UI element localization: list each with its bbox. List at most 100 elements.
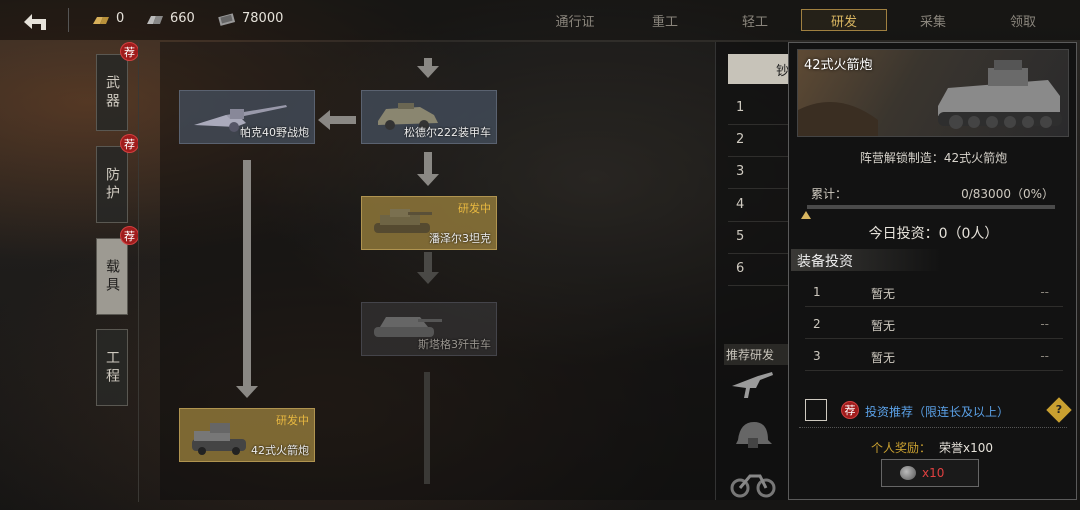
connector xyxy=(424,152,432,174)
ranking-list-panel: 钞 1 2 3 4 5 6 推荐研发 xyxy=(715,42,798,500)
recommend-research-title: 推荐研发 xyxy=(724,344,796,365)
tab-gather[interactable]: 采集 xyxy=(890,11,976,30)
category-engineering[interactable]: 工程 xyxy=(96,329,128,406)
unlock-text: 阵营解锁制造：42式火箭炮 xyxy=(859,151,1008,165)
accumulated-value: 0/83000（0%） xyxy=(961,187,1054,201)
divider xyxy=(728,253,796,254)
list-row: 4 xyxy=(736,197,745,212)
node-label: 42式火箭炮 xyxy=(251,444,309,457)
vehicle-image: 42式火箭炮 xyxy=(797,49,1069,137)
invest-button[interactable]: x10 xyxy=(881,459,979,487)
divider xyxy=(728,156,796,157)
back-button[interactable] xyxy=(20,8,56,34)
down-arrow-icon xyxy=(236,386,258,398)
left-arrow-icon xyxy=(318,110,356,130)
table-row: 3 暂无 -- xyxy=(805,341,1063,371)
sidebar-divider xyxy=(138,42,139,502)
table-row: 2 暂无 -- xyxy=(805,309,1063,339)
help-glyph: ? xyxy=(1055,403,1063,416)
node-label: 潘泽尔3坦克 xyxy=(429,232,491,245)
tab-research[interactable]: 研发 xyxy=(801,9,887,31)
cash-icon xyxy=(218,12,236,26)
recommend-item[interactable] xyxy=(728,460,776,500)
category-label: 防护 xyxy=(104,166,120,203)
status-label: 研发中 xyxy=(458,202,491,215)
investor-amount: -- xyxy=(1040,285,1049,299)
divider xyxy=(728,221,796,222)
connector xyxy=(243,160,251,386)
investment-recommend-link[interactable]: 投资推荐（限连长及以上） xyxy=(865,403,1009,420)
motorcycle-icon xyxy=(730,474,776,498)
reward-value: 荣誉x100 xyxy=(939,441,994,455)
category-protection[interactable]: 防护 xyxy=(96,146,128,223)
list-row: 3 xyxy=(736,164,745,179)
investor-name: 暂无 xyxy=(871,319,896,333)
category-label: 武器 xyxy=(104,74,120,111)
investor-amount: -- xyxy=(1040,317,1049,331)
recommend-badge: 荐 xyxy=(120,134,139,153)
detail-title: 42式火箭炮 xyxy=(804,58,873,73)
tab-heavy-industry[interactable]: 重工 xyxy=(622,11,708,30)
recommend-badge: 荐 xyxy=(120,42,139,61)
tree-node-pak40[interactable]: 帕克40野战炮 xyxy=(179,90,315,144)
steel-icon xyxy=(147,15,163,24)
connector xyxy=(424,58,432,66)
investor-name: 暂无 xyxy=(871,351,896,365)
connector xyxy=(424,372,430,484)
tab-light-industry[interactable]: 轻工 xyxy=(712,11,798,30)
list-row: 2 xyxy=(736,132,745,147)
recommend-badge: 荐 xyxy=(120,226,139,245)
resource-cash: 78000 xyxy=(218,11,283,26)
invest-cost: x10 xyxy=(922,466,945,480)
divider xyxy=(728,285,796,286)
tree-node-sdkfz222[interactable]: 松德尔222装甲车 xyxy=(361,90,497,144)
reward-label: 个人奖励： xyxy=(871,441,932,455)
tab-claim[interactable]: 领取 xyxy=(980,11,1066,30)
personal-reward: 个人奖励： 荣誉x100 xyxy=(871,439,993,456)
progress-marker-icon xyxy=(801,211,811,219)
investor-amount: -- xyxy=(1040,349,1049,363)
resource-steel: 660 xyxy=(146,11,195,26)
divider xyxy=(68,8,69,32)
down-arrow-icon xyxy=(417,272,439,284)
detail-panel: 42式火箭炮 阵营解锁制造：42式火箭炮 累计： 0/83000（0%） 今日投… xyxy=(788,42,1077,500)
table-row: 1 暂无 -- xyxy=(805,277,1063,307)
node-label: 松德尔222装甲车 xyxy=(404,126,491,139)
category-label: 工程 xyxy=(104,349,120,386)
node-label: 帕克40野战炮 xyxy=(240,126,309,139)
top-bar: 0 660 78000 通行证 重工 轻工 研发 采集 领取 xyxy=(0,0,1080,40)
gold-bars-icon xyxy=(93,16,109,24)
cash-value: 78000 xyxy=(242,11,284,26)
smg-icon xyxy=(732,372,773,398)
connector xyxy=(424,252,432,272)
tree-node-panzer3[interactable]: 研发中 潘泽尔3坦克 xyxy=(361,196,497,250)
category-vehicles[interactable]: 载具 xyxy=(96,238,128,315)
coin-icon xyxy=(900,466,916,480)
recommend-badge: 荐 xyxy=(841,401,859,419)
tree-node-stug3[interactable]: 斯塔格3歼击车 xyxy=(361,302,497,356)
category-weapons[interactable]: 武器 xyxy=(96,54,128,131)
help-icon[interactable]: ? xyxy=(1046,397,1072,423)
recommend-item[interactable] xyxy=(728,364,776,404)
section-title: 装备投资 xyxy=(791,249,941,271)
divider xyxy=(728,188,796,189)
investment-progress-bar xyxy=(807,205,1055,209)
today-investment: 今日投资：0（0人） xyxy=(868,226,999,242)
investor-name: 暂无 xyxy=(871,287,896,301)
list-row: 6 xyxy=(736,261,745,276)
resource-gold: 0 xyxy=(92,11,124,26)
tab-pass[interactable]: 通行证 xyxy=(532,11,618,30)
tree-node-nebelwerfer42[interactable]: 研发中 42式火箭炮 xyxy=(179,408,315,462)
down-arrow-icon xyxy=(417,66,439,78)
status-label: 研发中 xyxy=(276,414,309,427)
list-row: 5 xyxy=(736,229,745,244)
divider xyxy=(728,124,796,125)
rank: 2 xyxy=(813,317,821,331)
back-arrow-icon xyxy=(24,14,46,30)
divider xyxy=(799,427,1067,428)
recommend-item[interactable] xyxy=(728,414,776,454)
down-arrow-icon xyxy=(417,174,439,186)
investment-recommend-checkbox[interactable] xyxy=(805,399,827,421)
accumulated-label: 累计： xyxy=(811,187,848,201)
gold-value: 0 xyxy=(116,11,125,26)
